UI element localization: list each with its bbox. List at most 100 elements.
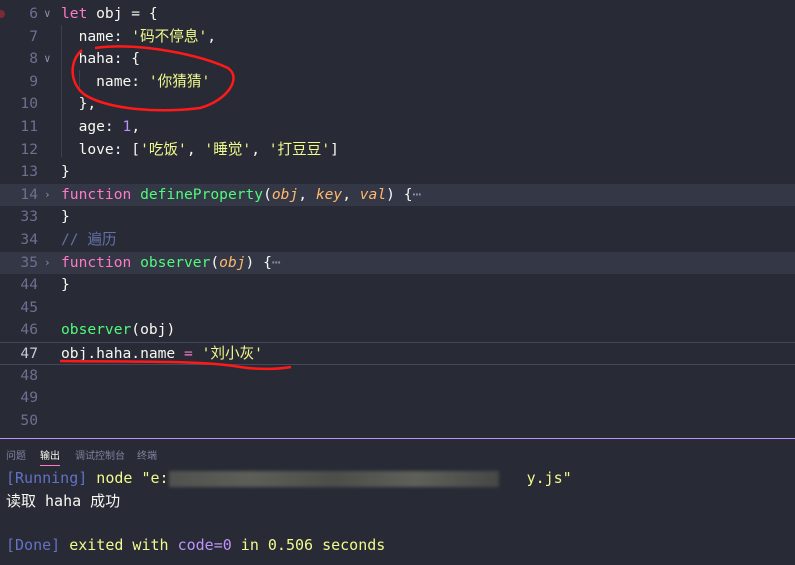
code-text: name:	[61, 72, 149, 90]
bottom-panel: 问题 输出 调试控制台 终端 [Running] node "e: y.js" 读…	[0, 438, 795, 565]
line-number: 13	[20, 163, 38, 181]
code-line[interactable]: 8 ∨ haha: {	[0, 48, 795, 71]
code-line[interactable]: 46 observer(obj)	[0, 319, 795, 342]
line-number: 6	[29, 5, 38, 22]
chevron-right-icon[interactable]: ›	[44, 252, 51, 275]
code-text: }	[61, 208, 70, 226]
chevron-down-icon[interactable]: ∨	[44, 48, 51, 71]
code-line[interactable]: 44}	[0, 274, 795, 297]
tab-debug-console[interactable]: 调试控制台	[75, 447, 125, 462]
code-text: (	[263, 185, 272, 203]
code-text: ,	[298, 185, 316, 203]
line-number: 7	[29, 27, 38, 45]
line-number: 11	[20, 118, 38, 135]
code-text: ,	[186, 140, 205, 158]
operator: =	[184, 345, 193, 362]
output-text: exited with	[60, 536, 178, 554]
parameter: key	[315, 185, 343, 203]
line-number: 48	[20, 366, 38, 384]
keyword: let	[61, 5, 88, 22]
function-call: observer	[61, 321, 132, 339]
code-line[interactable]: 45	[0, 297, 795, 320]
keyword: function	[61, 185, 132, 203]
tab-terminal[interactable]: 终端	[137, 447, 157, 462]
running-tag: [Running]	[6, 469, 88, 487]
code-line-folded[interactable]: 14 › function defineProperty(obj, key, val…	[0, 183, 795, 207]
parameter: obj	[219, 253, 246, 271]
code-line[interactable]: 48	[0, 365, 795, 388]
exit-code: code=0	[177, 536, 232, 554]
folded-ellipsis[interactable]: ⋯	[412, 186, 421, 203]
output-text: in 0.506 seconds	[231, 536, 386, 554]
code-text: }	[61, 276, 70, 294]
code-text: obj.haha.name	[61, 345, 185, 362]
code-line-folded[interactable]: 35 › function observer(obj) {⋯	[0, 251, 795, 275]
done-tag: [Done]	[6, 536, 61, 554]
code-line[interactable]: 13}	[0, 161, 795, 184]
line-number: 49	[20, 389, 38, 407]
blurred-path	[168, 470, 499, 487]
parameter: obj	[271, 185, 299, 203]
line-number: 45	[20, 298, 38, 316]
comment: // 遍历	[61, 231, 117, 248]
line-number: 47	[20, 345, 38, 362]
code-text: ,	[251, 140, 269, 158]
code-text: obj = {	[87, 5, 158, 22]
code-text: ,	[342, 185, 360, 203]
code-editor[interactable]: 6 ∨ let obj = { 7 name: '码不停息', 8 ∨ haha: {…	[0, 0, 795, 438]
code-text: ,	[207, 27, 217, 45]
code-text: ) {	[386, 185, 413, 203]
code-line[interactable]: 9 name: '你猜猜'	[0, 71, 795, 94]
line-number: 8	[29, 50, 38, 68]
string: '你猜猜'	[148, 72, 211, 90]
line-number: 33	[20, 208, 38, 226]
tab-output[interactable]: 输出	[40, 447, 60, 466]
code-line[interactable]: 10 },	[0, 93, 795, 116]
code-line-current[interactable]: 47 obj.haha.name = '刘小灰'	[0, 342, 795, 365]
code-line[interactable]: 6 ∨ let obj = {	[0, 3, 795, 26]
line-number: 50	[20, 411, 38, 429]
string: '吃饭'	[140, 140, 187, 158]
string: '打豆豆'	[268, 140, 331, 158]
code-line[interactable]: 12 love: ['吃饭', '睡觉', '打豆豆']	[0, 139, 795, 162]
line-number: 46	[20, 321, 38, 339]
code-line[interactable]: 7 name: '码不停息',	[0, 26, 795, 49]
code-line[interactable]: 33}	[0, 206, 795, 229]
output-log-line: 读取 haha 成功	[6, 492, 121, 510]
command-text: y.js"	[526, 469, 572, 487]
string: '睡觉'	[204, 140, 252, 158]
chevron-right-icon[interactable]: ›	[44, 184, 51, 207]
folded-ellipsis[interactable]: ⋯	[272, 254, 281, 271]
line-number: 35	[20, 253, 38, 271]
code-text: name:	[61, 27, 132, 45]
code-line[interactable]: 50	[0, 410, 795, 433]
line-number: 9	[29, 72, 38, 90]
code-line[interactable]: 34 // 遍历	[0, 229, 795, 252]
code-line[interactable]: 49	[0, 387, 795, 410]
code-text: ,	[131, 118, 141, 135]
command-text: node "e:	[87, 469, 169, 487]
keyword: function	[61, 253, 132, 271]
line-number: 14	[20, 185, 38, 203]
code-text: },	[61, 95, 97, 113]
code-text: haha: {	[61, 50, 141, 68]
code-text: ) {	[245, 253, 272, 271]
code-text: (obj)	[131, 321, 176, 339]
tab-problems[interactable]: 问题	[6, 447, 26, 462]
function-name: observer	[131, 253, 211, 271]
line-number: 44	[20, 276, 38, 294]
parameter: val	[359, 185, 387, 203]
string: '刘小灰'	[201, 345, 263, 362]
number: 1	[122, 118, 132, 135]
chevron-down-icon[interactable]: ∨	[44, 3, 51, 26]
code-text: (	[210, 253, 220, 271]
code-text: love: [	[61, 140, 141, 158]
code-text: ]	[330, 140, 339, 158]
output-running-line: [Running] node "e: y.js"	[6, 469, 572, 487]
code-line[interactable]: 11 age: 1,	[0, 116, 795, 139]
output-done-line: [Done] exited with code=0 in 0.506 secon…	[6, 536, 385, 554]
string: '码不停息'	[131, 27, 208, 45]
line-number: 34	[20, 231, 38, 248]
function-name: defineProperty	[131, 185, 264, 203]
